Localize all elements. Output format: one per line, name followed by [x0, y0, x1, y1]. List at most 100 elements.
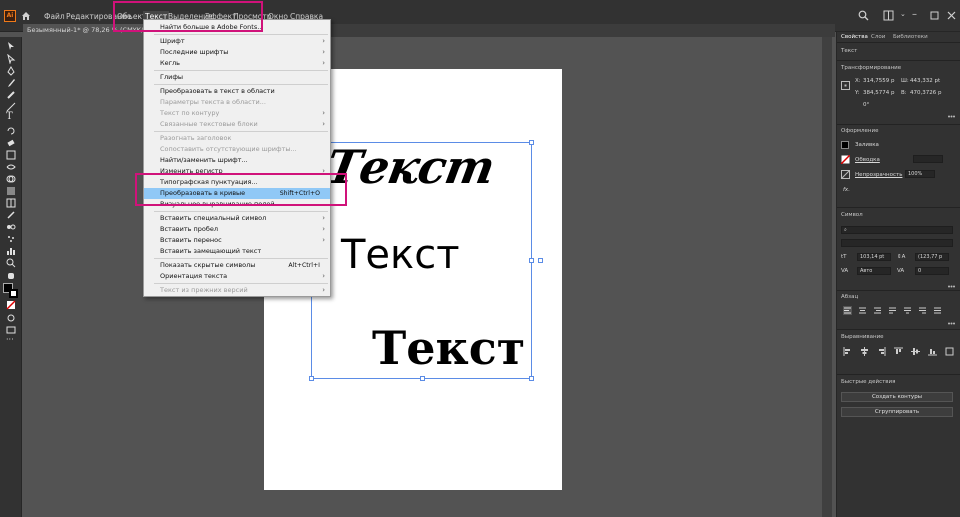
- align-vertical-center-icon[interactable]: [911, 347, 920, 356]
- menu-item-fit-headline[interactable]: Разогнать заголовок: [144, 133, 330, 144]
- minimize-icon[interactable]: –: [912, 10, 923, 21]
- menu-item-insert-special-char[interactable]: Вставить специальный символ ›: [144, 213, 330, 224]
- w-value[interactable]: 443,332 pt: [910, 78, 940, 84]
- font-style-field[interactable]: [841, 239, 953, 247]
- opacity-label[interactable]: Непрозрачность: [855, 172, 902, 178]
- stroke-none-swatch[interactable]: [841, 155, 850, 164]
- menu-item-threaded-text[interactable]: Связанные текстовые блоки ›: [144, 119, 330, 130]
- text-object-sans[interactable]: Текст: [341, 232, 460, 278]
- align-top-edges-icon[interactable]: [894, 347, 903, 356]
- fx-button[interactable]: fx.: [843, 187, 850, 193]
- align-right-icon[interactable]: [873, 306, 882, 315]
- pencil-tool-icon[interactable]: [6, 90, 16, 100]
- type-tool-icon[interactable]: T: [6, 112, 16, 122]
- text-object-serif[interactable]: Текст: [372, 321, 525, 375]
- hand-tool-icon[interactable]: [6, 270, 16, 280]
- justify-right-icon[interactable]: [918, 306, 927, 315]
- selection-handle[interactable]: [420, 376, 425, 381]
- blend-tool-icon[interactable]: [6, 222, 16, 232]
- close-icon[interactable]: [946, 10, 957, 21]
- shape-builder-icon[interactable]: [6, 174, 16, 184]
- create-outlines-button[interactable]: Создать контуры: [841, 392, 953, 402]
- text-object-script[interactable]: Текст: [322, 140, 498, 194]
- more-options-icon[interactable]: [947, 112, 956, 121]
- justify-center-icon[interactable]: [903, 306, 912, 315]
- tab-libraries[interactable]: Библиотеки: [893, 32, 928, 42]
- menu-item-fill-placeholder[interactable]: Вставить замещающий текст: [144, 246, 330, 257]
- zoom-tool-icon[interactable]: [6, 258, 16, 268]
- reference-point-icon[interactable]: [841, 81, 850, 90]
- menu-item-resolve-missing-fonts[interactable]: Сопоставить отсутствующие шрифты...: [144, 144, 330, 155]
- draw-mode-icon[interactable]: [6, 313, 16, 323]
- kerning-field[interactable]: Авто: [857, 267, 891, 275]
- width-tool-icon[interactable]: [6, 162, 16, 172]
- opacity-field[interactable]: 100%: [905, 170, 935, 178]
- selection-handle[interactable]: [529, 258, 534, 263]
- h-value[interactable]: 470,3726 p: [910, 90, 941, 96]
- more-options-icon[interactable]: [947, 319, 956, 328]
- menu-item-glyphs[interactable]: Глифы: [144, 72, 330, 83]
- rotation-value[interactable]: 0°: [863, 102, 869, 108]
- screen-mode-icon[interactable]: [6, 325, 16, 335]
- tracking-field[interactable]: 0: [915, 267, 949, 275]
- rotation-handle[interactable]: [538, 258, 543, 263]
- selection-tool-icon[interactable]: [6, 41, 16, 51]
- align-center-icon[interactable]: [858, 306, 867, 315]
- tab-layers[interactable]: Слои: [871, 32, 885, 42]
- menu-item-area-type-options[interactable]: Параметры текста в области...: [144, 97, 330, 108]
- align-right-edges-icon[interactable]: [877, 347, 886, 356]
- brush-tool-icon[interactable]: [6, 78, 16, 88]
- menu-item-insert-break[interactable]: Вставить перенос ›: [144, 235, 330, 246]
- maximize-icon[interactable]: [929, 10, 940, 21]
- color-mode-icon[interactable]: [6, 300, 16, 310]
- menu-item-size[interactable]: Кегль ›: [144, 58, 330, 69]
- vertical-scrollbar[interactable]: [822, 37, 832, 517]
- dropdown-caret-icon[interactable]: ⌄: [900, 10, 906, 21]
- symbol-sprayer-icon[interactable]: [6, 234, 16, 244]
- gradient-tool-icon[interactable]: [6, 186, 16, 196]
- x-value[interactable]: 314,7559 p: [863, 78, 894, 84]
- align-left-icon[interactable]: [843, 306, 852, 315]
- menu-item-convert-area-type[interactable]: Преобразовать в текст в области: [144, 86, 330, 97]
- menu-item-recent-fonts[interactable]: Последние шрифты ›: [144, 47, 330, 58]
- menu-item-type-on-path[interactable]: Текст по контуру ›: [144, 108, 330, 119]
- selection-handle[interactable]: [529, 140, 534, 145]
- stroke-weight-field[interactable]: [913, 155, 943, 163]
- menu-item-type-orientation[interactable]: Ориентация текста ›: [144, 271, 330, 282]
- leading-field[interactable]: (123,77 p: [915, 253, 949, 261]
- stroke-label[interactable]: Обводка: [855, 157, 880, 163]
- home-icon[interactable]: [21, 11, 31, 21]
- group-button[interactable]: Сгруппировать: [841, 407, 953, 417]
- selection-handle[interactable]: [529, 376, 534, 381]
- eraser-tool-icon[interactable]: [6, 138, 16, 148]
- justify-all-icon[interactable]: [933, 306, 942, 315]
- align-to-icon[interactable]: [945, 347, 954, 356]
- pen-tool-icon[interactable]: [6, 66, 16, 76]
- y-value[interactable]: 384,5774 p: [863, 90, 894, 96]
- mesh-tool-icon[interactable]: [6, 198, 16, 208]
- font-size-field[interactable]: 103,14 pt: [857, 253, 891, 261]
- menu-item-legacy-text[interactable]: Текст из прежних версий ›: [144, 285, 330, 296]
- menu-item-insert-whitespace[interactable]: Вставить пробел ›: [144, 224, 330, 235]
- more-tools-icon[interactable]: ···: [6, 336, 16, 346]
- stroke-swatch[interactable]: [9, 289, 18, 298]
- menu-item-font[interactable]: Шрифт ›: [144, 36, 330, 47]
- scale-tool-icon[interactable]: [6, 150, 16, 160]
- direct-selection-tool-icon[interactable]: [6, 54, 16, 64]
- eyedropper-tool-icon[interactable]: [6, 210, 16, 220]
- column-graph-icon[interactable]: [6, 246, 16, 256]
- align-left-edges-icon[interactable]: [843, 347, 852, 356]
- menu-item-show-hidden-chars[interactable]: Показать скрытые символы Alt+Ctrl+I: [144, 260, 330, 271]
- align-bottom-edges-icon[interactable]: [928, 347, 937, 356]
- menu-file[interactable]: Файл: [44, 11, 65, 22]
- arrange-icon[interactable]: [883, 10, 894, 21]
- justify-left-icon[interactable]: [888, 306, 897, 315]
- menu-item-find-replace-font[interactable]: Найти/заменить шрифт...: [144, 155, 330, 166]
- tab-properties[interactable]: Свойства: [841, 32, 868, 42]
- search-icon[interactable]: [858, 10, 869, 21]
- fill-color-swatch[interactable]: [841, 141, 849, 149]
- rotate-tool-icon[interactable]: [6, 126, 16, 136]
- align-horizontal-center-icon[interactable]: [860, 347, 869, 356]
- font-family-field[interactable]: ⌕: [841, 226, 953, 234]
- selection-handle[interactable]: [309, 376, 314, 381]
